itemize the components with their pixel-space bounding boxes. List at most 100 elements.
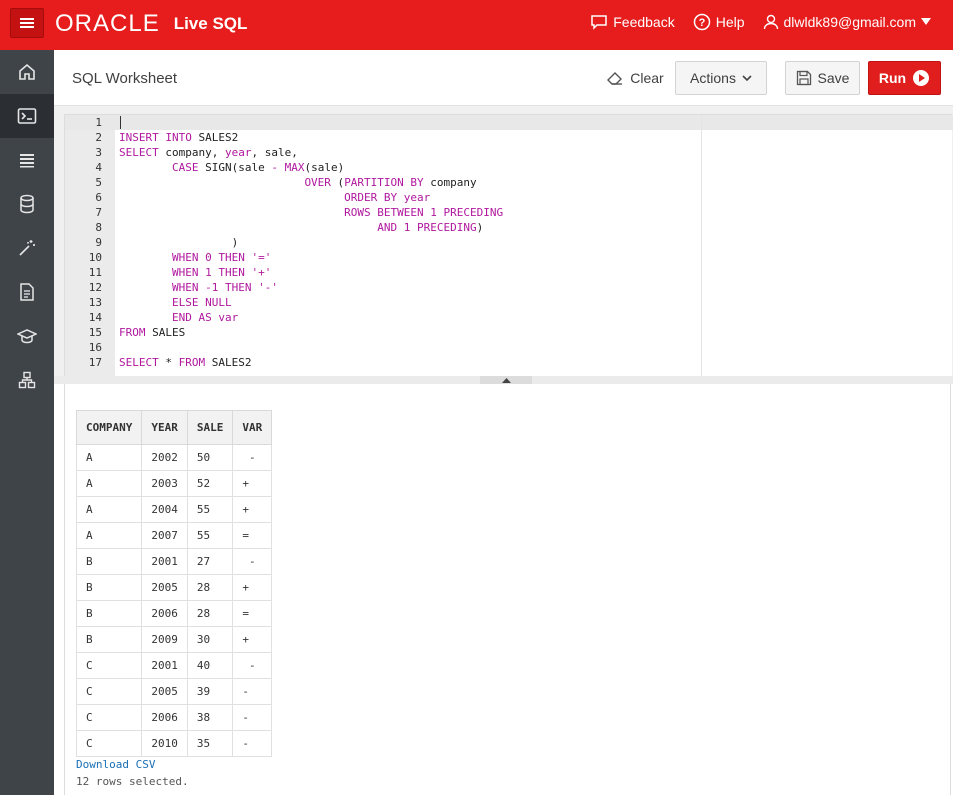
sidebar-item-list[interactable] bbox=[0, 138, 54, 182]
column-header: SALE bbox=[186, 410, 234, 445]
clear-button[interactable]: Clear bbox=[606, 61, 664, 95]
save-button[interactable]: Save bbox=[785, 61, 860, 95]
pane-splitter[interactable] bbox=[54, 376, 953, 384]
line-number: 8 bbox=[95, 221, 102, 234]
play-circle-icon bbox=[913, 70, 930, 86]
menu-toggle-button[interactable] bbox=[10, 8, 44, 38]
actions-dropdown[interactable]: Actions bbox=[675, 61, 767, 95]
table-cell: 55 bbox=[186, 522, 234, 549]
table-cell: B bbox=[75, 548, 143, 575]
sitemap-icon bbox=[18, 371, 36, 389]
code-line: 2 INSERT INTO SALES2 bbox=[65, 130, 945, 145]
table-cell: 2001 bbox=[141, 652, 188, 679]
help-link[interactable]: ? Help bbox=[693, 13, 745, 31]
table-cell: 28 bbox=[186, 574, 234, 601]
table-cell: + bbox=[232, 470, 273, 497]
table-cell: 38 bbox=[186, 704, 234, 731]
table-cell: - bbox=[232, 548, 273, 575]
column-header: VAR bbox=[232, 410, 273, 445]
sidebar-item-sql-worksheet[interactable] bbox=[0, 94, 54, 138]
editor-pane: 1 2 INSERT INTO SALES2 3 SELECT company, y… bbox=[54, 106, 953, 377]
table-cell: 50 bbox=[186, 444, 234, 471]
table-cell: + bbox=[232, 496, 273, 523]
user-email: dlwldk89@gmail.com bbox=[783, 14, 916, 30]
table-cell: + bbox=[232, 574, 273, 601]
line-number: 15 bbox=[88, 326, 102, 339]
speech-bubble-icon bbox=[591, 15, 607, 30]
table-cell: 52 bbox=[186, 470, 234, 497]
table-row: C 2006 38- bbox=[75, 704, 273, 731]
sql-worksheet-icon bbox=[17, 108, 37, 124]
table-row: C 2001 40 - bbox=[75, 652, 273, 679]
code-line: 1 bbox=[65, 115, 945, 130]
line-number: 3 bbox=[95, 146, 102, 159]
code-line: 14 END AS var bbox=[65, 310, 945, 325]
sql-editor[interactable]: 1 2 INSERT INTO SALES2 3 SELECT company, y… bbox=[64, 114, 953, 377]
brand[interactable]: ORACLE Live SQL bbox=[55, 10, 247, 38]
table-cell: - bbox=[232, 730, 273, 757]
sidebar bbox=[0, 50, 54, 795]
code-line: 10 WHEN 0 THEN '=' bbox=[65, 250, 945, 265]
list-icon bbox=[20, 154, 34, 168]
table-cell: 30 bbox=[186, 626, 234, 653]
table-row: C 2010 35- bbox=[75, 730, 273, 757]
code-line: 17 SELECT * FROM SALES2 bbox=[65, 355, 945, 370]
table-cell: A bbox=[75, 470, 143, 497]
line-number: 14 bbox=[88, 311, 102, 324]
table-cell: B bbox=[75, 626, 143, 653]
download-csv-link[interactable]: Download CSV bbox=[76, 758, 155, 771]
feedback-link[interactable]: Feedback bbox=[590, 14, 675, 30]
table-cell: C bbox=[75, 704, 143, 731]
clear-label: Clear bbox=[630, 70, 664, 86]
sidebar-item-my-scripts[interactable] bbox=[0, 270, 54, 314]
magic-wand-icon bbox=[19, 240, 35, 256]
sidebar-item-home[interactable] bbox=[0, 50, 54, 94]
table-cell: 2001 bbox=[141, 548, 188, 575]
code-line: 16 bbox=[65, 340, 945, 355]
code-line: 12 WHEN -1 THEN '-' bbox=[65, 280, 945, 295]
sidebar-item-tutorials[interactable] bbox=[0, 314, 54, 358]
save-label: Save bbox=[817, 70, 850, 86]
chevron-down-icon bbox=[742, 75, 752, 82]
sidebar-item-schema[interactable] bbox=[0, 182, 54, 226]
sidebar-item-quick-sql[interactable] bbox=[0, 226, 54, 270]
code-line: 9 ) bbox=[65, 235, 945, 250]
feedback-label: Feedback bbox=[613, 14, 675, 30]
code-line: 5 OVER (PARTITION BY company bbox=[65, 175, 945, 190]
worksheet-toolbar: SQL Worksheet Clear Actions Save Run bbox=[54, 50, 953, 106]
table-row: B 2009 30 + bbox=[75, 626, 273, 653]
column-header: COMPANY bbox=[75, 410, 143, 445]
run-button[interactable]: Run bbox=[868, 61, 941, 95]
sidebar-item-schema-browser[interactable] bbox=[0, 358, 54, 402]
caret-up-icon bbox=[501, 378, 511, 383]
line-number: 12 bbox=[88, 281, 102, 294]
table-cell: 2006 bbox=[141, 704, 188, 731]
line-number: 13 bbox=[88, 296, 102, 309]
run-label: Run bbox=[878, 70, 907, 86]
table-cell: 55 bbox=[186, 496, 234, 523]
line-number: 6 bbox=[95, 191, 102, 204]
table-cell: = bbox=[232, 600, 273, 627]
eraser-icon bbox=[607, 72, 623, 85]
hamburger-icon bbox=[20, 18, 34, 28]
line-number: 16 bbox=[88, 341, 102, 354]
table-row: B 2001 27 - bbox=[75, 548, 273, 575]
table-cell: C bbox=[75, 652, 143, 679]
table-cell: 2002 bbox=[141, 444, 188, 471]
code-line: 13 ELSE NULL bbox=[65, 295, 945, 310]
rows-selected-status: 12 rows selected. bbox=[76, 775, 189, 788]
home-icon bbox=[19, 63, 35, 80]
line-number: 5 bbox=[95, 176, 102, 189]
column-header: YEAR bbox=[141, 410, 188, 445]
line-number: 4 bbox=[95, 161, 102, 174]
user-menu[interactable]: dlwldk89@gmail.com bbox=[763, 14, 931, 30]
table-cell: 2003 bbox=[141, 470, 188, 497]
line-number: 1 bbox=[95, 116, 102, 129]
splitter-handle[interactable] bbox=[480, 376, 532, 384]
product-name: Live SQL bbox=[173, 14, 248, 33]
table-row: A 2004 55 + bbox=[75, 496, 273, 523]
table-cell: 2006 bbox=[141, 600, 188, 627]
table-cell: 2005 bbox=[141, 574, 188, 601]
floppy-disk-icon bbox=[796, 70, 811, 86]
code-line: 8 AND 1 PRECEDING) bbox=[65, 220, 945, 235]
